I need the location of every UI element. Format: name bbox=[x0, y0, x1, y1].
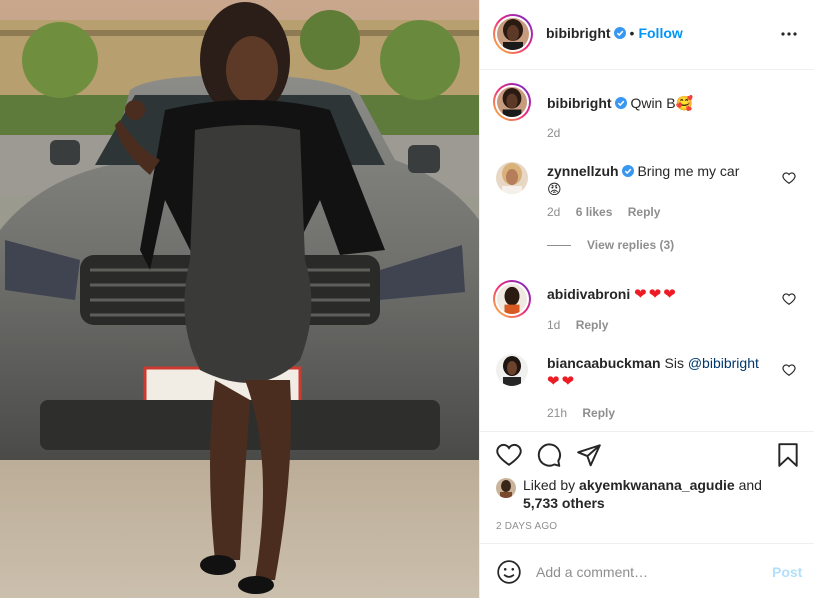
separator-dot: • bbox=[629, 25, 635, 41]
comment-meta: 1d Reply bbox=[547, 318, 620, 332]
red-heart-emoji: ❤❤❤ bbox=[634, 286, 678, 303]
comment-row: zynnellzuh Bring me my car 😡 2d 6 likes … bbox=[496, 162, 796, 262]
comment-row: abidivabroni ❤❤❤ 1d Reply bbox=[493, 280, 796, 342]
comment-username[interactable]: biancaabuckman bbox=[547, 355, 661, 371]
verified-icon bbox=[613, 27, 626, 39]
heart-icon[interactable] bbox=[782, 363, 796, 377]
liked-by-text: Liked by akyemkwanana_agudie and 5,733 o… bbox=[523, 476, 793, 512]
comment-meta: 2d 6 likes Reply bbox=[547, 205, 672, 219]
more-icon[interactable] bbox=[779, 24, 799, 44]
reply-button[interactable]: Reply bbox=[576, 318, 609, 332]
smiling-hearts-emoji: 🥰 bbox=[675, 96, 693, 112]
comment-username[interactable]: zynnellzuh bbox=[547, 163, 619, 179]
reply-button[interactable]: Reply bbox=[628, 205, 661, 219]
comments-list[interactable]: bibibright Qwin B🥰 2d zynnellzuh Bring m… bbox=[480, 71, 814, 431]
comment-meta: 21h Reply bbox=[547, 406, 627, 420]
red-heart-emoji: ❤❤ bbox=[547, 373, 577, 390]
bookmark-icon[interactable] bbox=[775, 442, 801, 468]
caption-body: Qwin B bbox=[630, 95, 676, 111]
commenter-avatar[interactable] bbox=[496, 354, 528, 386]
caption-avatar[interactable] bbox=[493, 83, 531, 121]
commenter-avatar-image bbox=[497, 284, 527, 314]
heart-icon[interactable] bbox=[782, 171, 796, 185]
comment-body: Sis bbox=[664, 355, 688, 371]
liked-by-and: and bbox=[734, 477, 762, 493]
liker-avatar[interactable] bbox=[496, 478, 516, 498]
comment-text: zynnellzuh Bring me my car 😡 bbox=[547, 162, 777, 199]
caption-avatar-image bbox=[497, 87, 527, 117]
caption-time: 2d bbox=[547, 126, 561, 140]
author-avatar-image bbox=[497, 18, 529, 50]
replies-divider bbox=[547, 245, 571, 247]
reply-button[interactable]: Reply bbox=[582, 406, 615, 420]
liked-by-prefix: Liked by bbox=[523, 477, 580, 493]
caption-text: bibibright Qwin B🥰 bbox=[547, 94, 777, 113]
comment-username[interactable]: abidivabroni bbox=[547, 286, 630, 302]
angry-face-emoji: 😡 bbox=[547, 182, 562, 198]
comment-text: abidivabroni ❤❤❤ bbox=[547, 285, 777, 304]
comment-time: 2d bbox=[547, 205, 561, 219]
post-actions: Liked by akyemkwanana_agudie and 5,733 o… bbox=[480, 431, 814, 543]
comment-time: 1d bbox=[547, 318, 561, 332]
comment-text: biancaabuckman Sis @bibibright ❤❤ bbox=[547, 354, 777, 391]
comment-body: Bring me my car bbox=[637, 163, 740, 179]
emoji-icon[interactable] bbox=[496, 559, 522, 585]
share-icon[interactable] bbox=[576, 442, 602, 468]
mention-link[interactable]: @bibibright bbox=[688, 355, 759, 371]
liked-by-user[interactable]: akyemkwanana_agudie bbox=[579, 477, 735, 493]
comment-composer: Post bbox=[480, 543, 814, 598]
commenter-avatar[interactable] bbox=[493, 280, 531, 318]
verified-icon bbox=[621, 165, 634, 177]
post-photo[interactable] bbox=[0, 0, 479, 598]
comment-row: biancaabuckman Sis @bibibright ❤❤ 21h Re… bbox=[496, 354, 796, 424]
post-header: bibibright • Follow bbox=[480, 0, 814, 70]
view-replies-button[interactable]: View replies (3) bbox=[547, 238, 674, 252]
caption-row: bibibright Qwin B🥰 2d bbox=[493, 83, 796, 145]
heart-icon[interactable] bbox=[782, 292, 796, 306]
comment-icon[interactable] bbox=[536, 442, 562, 468]
comment-time: 21h bbox=[547, 406, 568, 420]
commenter-avatar[interactable] bbox=[496, 162, 528, 194]
verified-icon bbox=[614, 97, 627, 109]
author-username[interactable]: bibibright bbox=[546, 25, 611, 41]
post-timestamp[interactable]: 2 DAYS AGO bbox=[496, 521, 557, 532]
comment-likes[interactable]: 6 likes bbox=[576, 205, 613, 219]
follow-button[interactable]: Follow bbox=[638, 25, 682, 41]
post-side-panel: bibibright • Follow bibibright Qwin B🥰 2d bbox=[479, 0, 814, 598]
caption-meta: 2d bbox=[547, 126, 572, 140]
view-replies-label: View replies (3) bbox=[587, 238, 675, 252]
comment-input[interactable] bbox=[536, 559, 756, 585]
likes-count[interactable]: 5,733 others bbox=[523, 495, 605, 511]
heart-icon[interactable] bbox=[496, 442, 522, 468]
caption-username[interactable]: bibibright bbox=[547, 95, 612, 111]
post-button[interactable]: Post bbox=[772, 564, 802, 580]
post-photo-illustration bbox=[0, 0, 479, 598]
author-avatar[interactable] bbox=[493, 14, 533, 54]
